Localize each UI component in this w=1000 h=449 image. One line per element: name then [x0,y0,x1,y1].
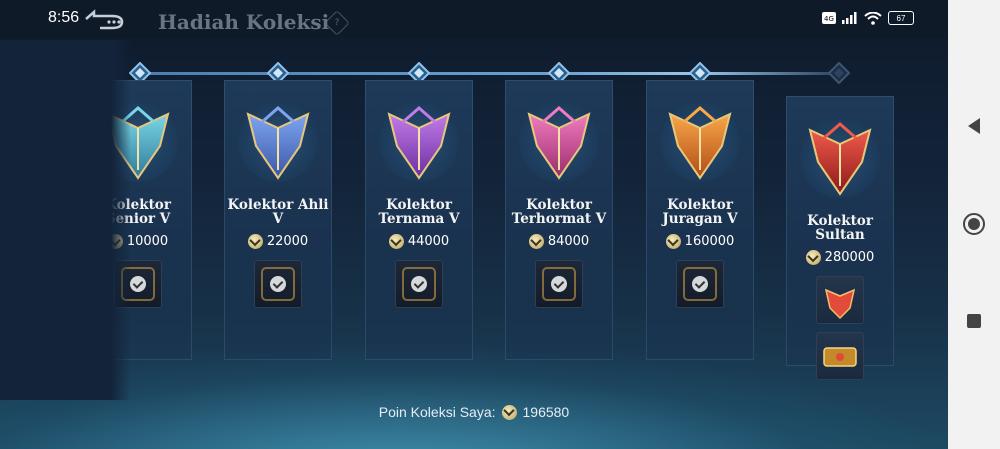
tier-points-value: 44000 [407,234,450,249]
tier-name-line1: Kolektor [526,197,592,213]
scroll-fade [0,40,131,400]
claimed-check-icon [692,276,708,292]
tier-name: Kolektor Ahli V [224,198,332,226]
nav-back-button[interactable] [948,111,1000,141]
tier-emblem-icon [246,106,310,180]
points-value: 196580 [522,404,570,420]
reward-item[interactable] [816,332,864,380]
reward-item[interactable] [254,260,302,308]
collection-coin-icon [501,404,517,420]
tier-card[interactable]: Kolektor Terhormat V 84000 [505,80,613,360]
tier-points: 22000 [224,234,332,249]
tier-card[interactable]: Kolektor Ternama V 44000 [365,80,473,360]
game-screen: 8:56 Hadiah Koleksi ? 4G 67 Kolektor Seni… [0,0,948,449]
tier-name-line1: Kolektor [667,197,733,213]
wifi-icon [864,11,882,25]
reward-item[interactable] [535,260,583,308]
status-bar: 8:56 Hadiah Koleksi ? 4G 67 [0,0,948,38]
claimed-check-icon [130,276,146,292]
svg-text:4G: 4G [824,15,834,23]
sultan-emblem-reward-icon [824,288,856,320]
sultan-frame-reward-icon [823,347,857,367]
return-icon[interactable] [82,8,128,30]
collection-coin-icon [665,234,681,249]
tier-name-line2: V [272,211,284,227]
collection-coin-icon [805,250,821,265]
tier-card[interactable]: Kolektor Sultan 280000 [786,96,894,380]
system-icons: 4G 67 [822,11,914,25]
collection-coin-icon [247,234,263,249]
reward-item[interactable] [816,276,864,324]
tier-emblem-icon [668,106,732,180]
clock: 8:56 [48,9,80,26]
nav-recents-button[interactable] [948,306,1000,336]
tier-points-value: 160000 [684,234,735,249]
claimed-check-icon [270,276,286,292]
reward-item[interactable] [395,260,443,308]
volte-icon: 4G [822,12,836,24]
tier-name-line2: Terhormat V [511,211,607,227]
points-label: Poin Koleksi Saya: [378,404,496,420]
tier-emblem-icon [387,106,451,180]
square-recents-icon [967,314,981,328]
tier-name-line1: Kolektor [807,213,873,229]
page-title: Hadiah Koleksi [158,10,330,34]
tier-emblem-icon [527,106,591,180]
tier-name-line2: Sultan [815,227,865,243]
tier-points-value: 280000 [824,250,875,265]
battery-level: 67 [896,13,906,23]
collection-coin-icon [528,234,544,249]
collection-coin-icon [388,234,404,249]
tier-name-line2: Juragan V [662,211,738,227]
tier-points: 84000 [505,234,613,249]
tier-name: Kolektor Sultan [786,214,894,242]
timeline-track [138,72,838,75]
tier-points: 160000 [646,234,754,249]
tier-name-line1: Kolektor [386,197,452,213]
tier-points-value: 84000 [547,234,590,249]
claimed-check-icon [411,276,427,292]
tier-points: 44000 [365,234,473,249]
circle-home-icon [963,213,985,235]
timeline-node [827,61,851,85]
nav-home-button[interactable] [948,209,1000,239]
tier-card[interactable]: Kolektor Juragan V 160000 [646,80,754,360]
reward-item[interactable] [676,260,724,308]
tier-emblem-icon [808,122,872,196]
android-nav-bar [948,0,1000,449]
triangle-back-icon [968,118,980,134]
tier-points: 280000 [786,250,894,265]
battery-icon: 67 [888,11,914,25]
tier-name: Kolektor Juragan V [646,198,754,226]
tier-points-value: 22000 [266,234,309,249]
claimed-check-icon [551,276,567,292]
tier-name-line2: Ternama V [378,211,460,227]
tier-name-line1: Kolektor Ahli [227,197,329,213]
collection-points-summary: Poin Koleksi Saya: 196580 [0,404,948,420]
tier-name: Kolektor Ternama V [365,198,473,226]
tier-name: Kolektor Terhormat V [505,198,613,226]
signal-icon [842,12,857,24]
tier-points-value: 10000 [126,234,169,249]
tier-card[interactable]: Kolektor Ahli V 22000 [224,80,332,360]
